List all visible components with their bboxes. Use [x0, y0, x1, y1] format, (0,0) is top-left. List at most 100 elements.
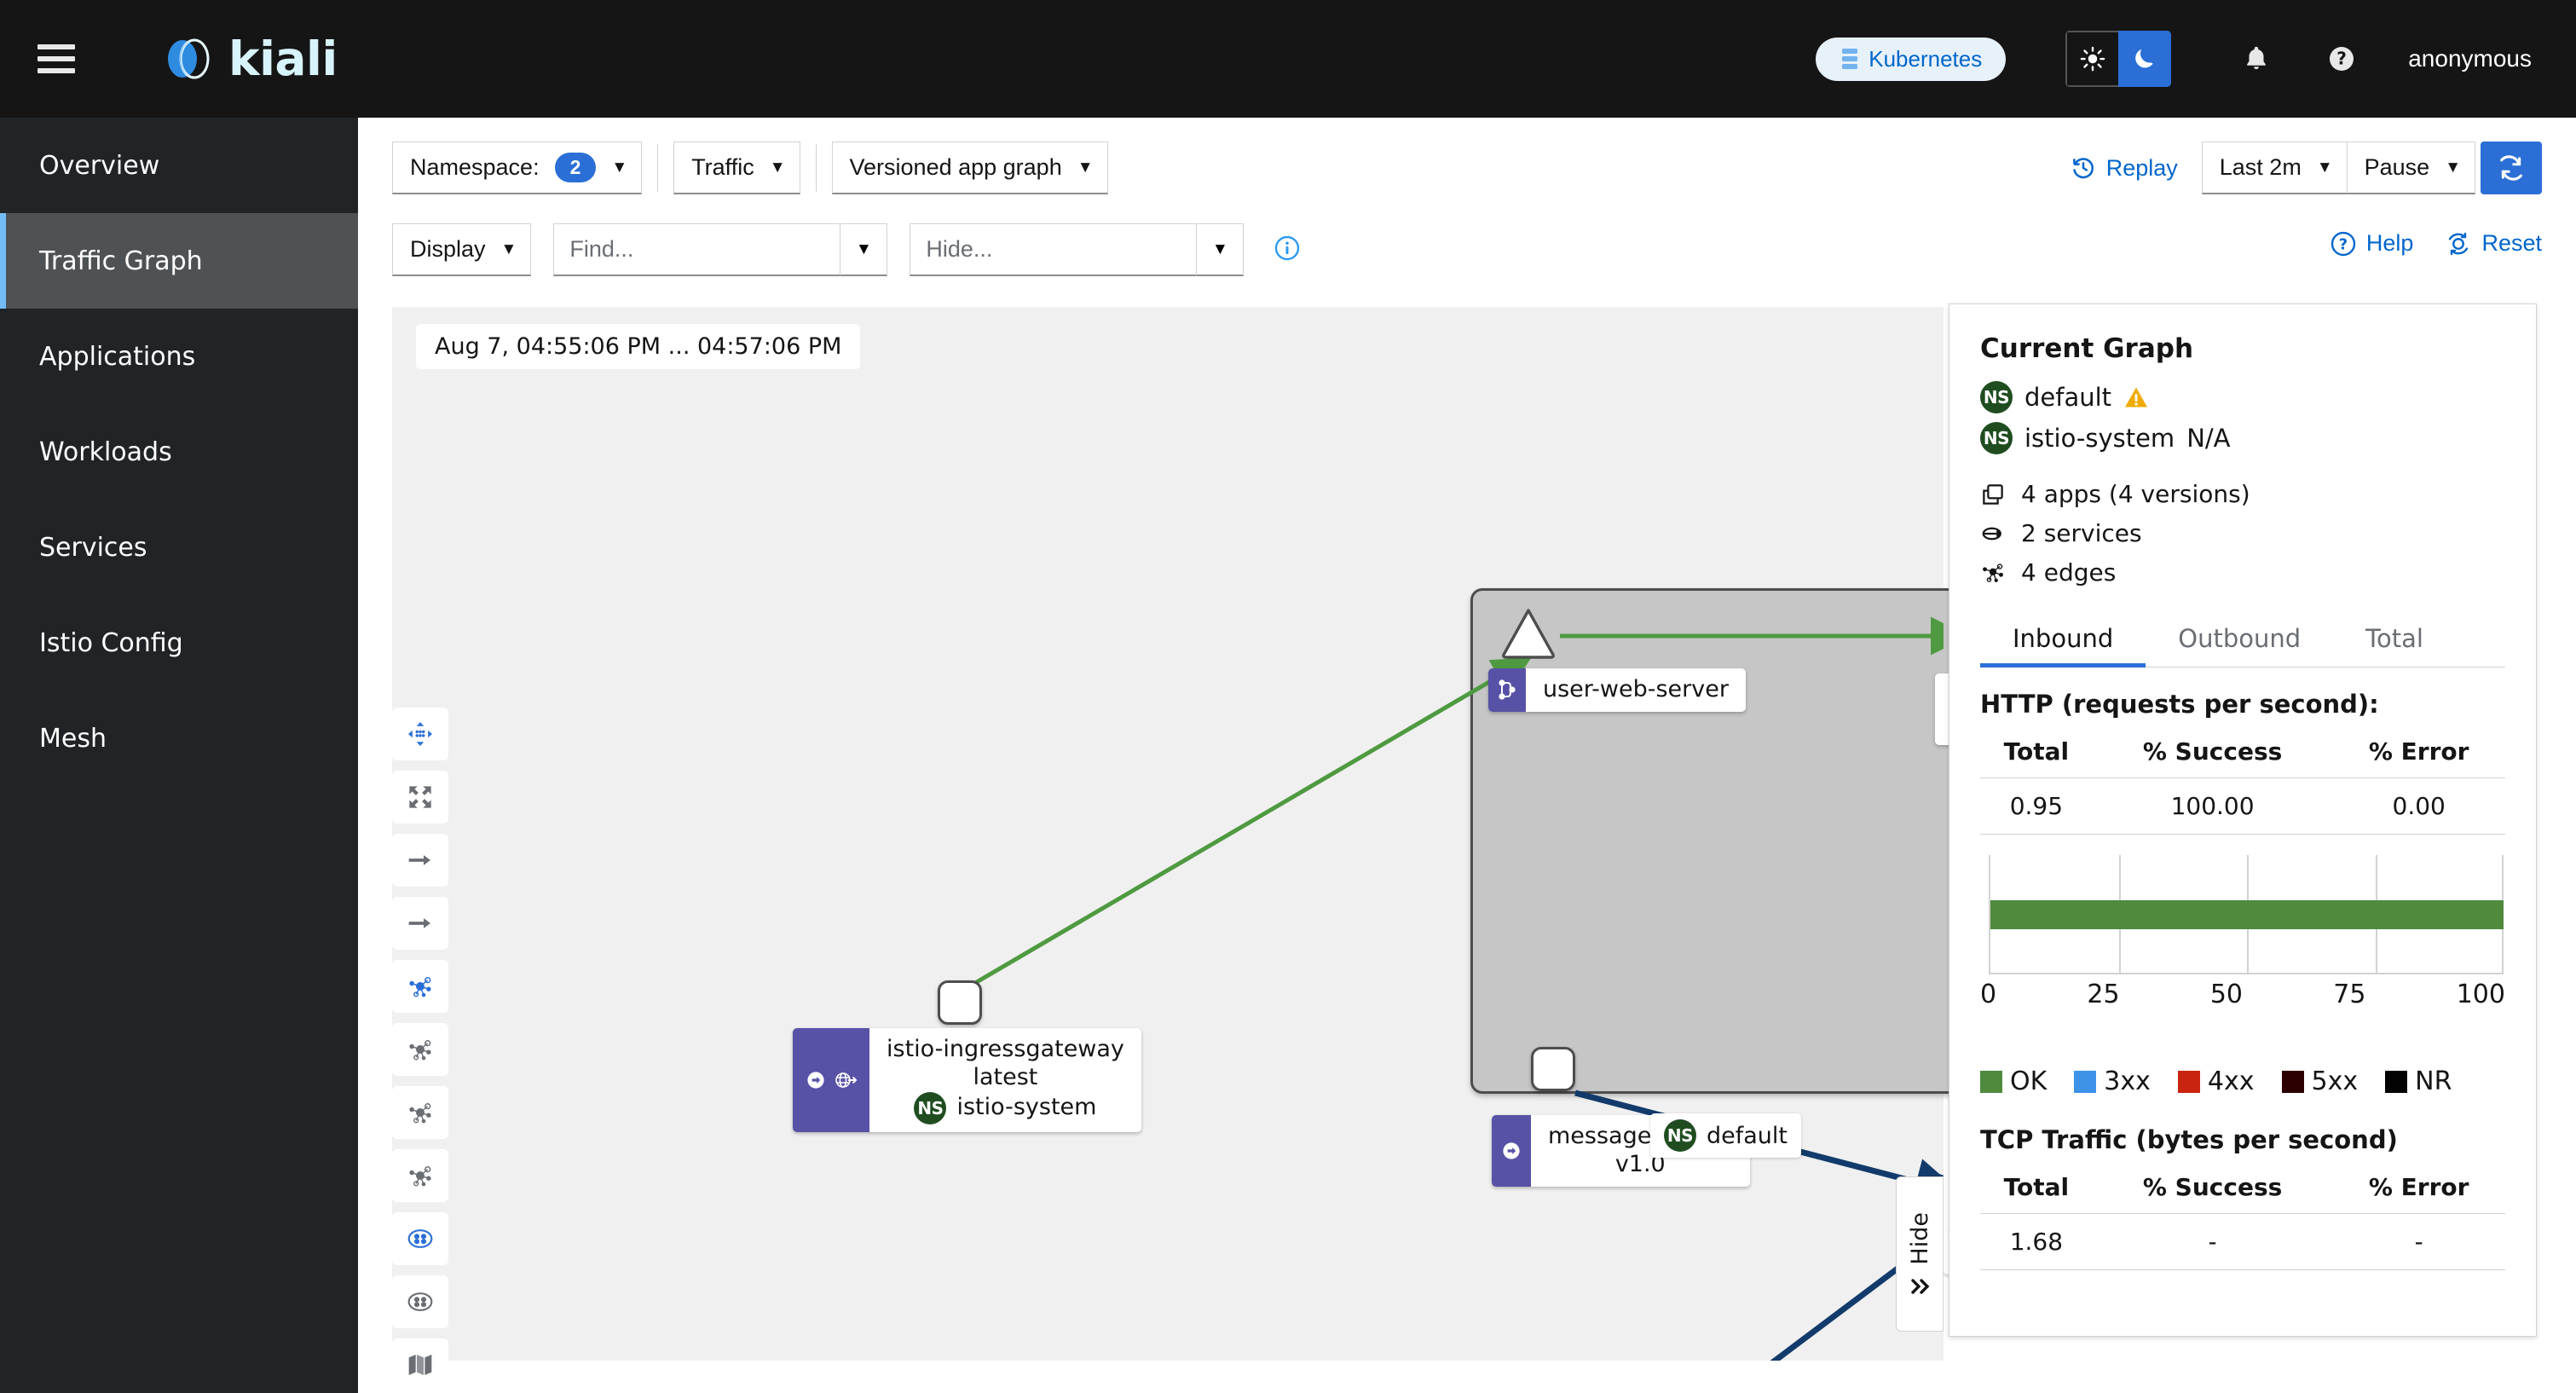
drag-pan-tool-icon[interactable] [392, 708, 448, 760]
apps-icon [1983, 483, 2003, 505]
sidebar-nav: Overview Traffic Graph Applications Work… [0, 118, 358, 1393]
sync-refresh-icon [2500, 155, 2522, 181]
hide-dropdown-toggle[interactable]: ▼ [1196, 223, 1245, 276]
hide-side-panel-button[interactable]: Hide [1896, 1176, 1944, 1332]
node-label-user-web-server[interactable]: user-web-server [1488, 668, 1746, 712]
namespace-selector[interactable]: Namespace: 2 ▼ [392, 142, 643, 194]
reset-graph-icon [2449, 232, 2469, 255]
http-status-bar-chart: 0 25 50 75 100 [1980, 850, 2505, 1020]
hide-input[interactable] [910, 223, 1197, 276]
node-shape-istio-ingressgateway[interactable] [938, 980, 982, 1025]
tcp-metrics-table: Total % Success % Error 1.68 - - [1980, 1161, 2505, 1270]
graph-layout-cola-icon[interactable] [392, 1023, 448, 1076]
hamburger-bar [38, 56, 75, 61]
sun-icon[interactable] [2065, 31, 2119, 87]
graph-layout-concentric-icon[interactable] [392, 1149, 448, 1202]
find-input[interactable] [553, 223, 840, 276]
namespace-badge: NS [1980, 381, 2013, 413]
arrow-right-icon[interactable] [392, 834, 448, 887]
minimap-legend-icon[interactable] [392, 1338, 448, 1391]
tab-label: Outbound [2178, 624, 2302, 653]
traffic-selector[interactable]: Traffic ▼ [673, 142, 800, 194]
sidebar-item-mesh[interactable]: Mesh [0, 691, 358, 786]
toolbar-primary-right: Replay Last 2m ▼ Pause ▼ [2071, 142, 2542, 194]
panel-namespace-row-istio-system[interactable]: NS istio-system N/A [1980, 422, 2505, 454]
graph-layout-grid-icon[interactable] [392, 1086, 448, 1139]
panel-stats: 4 apps (4 versions) 2 services 4 edges [1980, 480, 2505, 587]
cluster-namespace-label[interactable]: NS default [1650, 1113, 1802, 1158]
workload-entry-icon [1492, 1115, 1531, 1187]
node-line: user-web-server [1543, 676, 1729, 702]
ns-box-glyph [407, 1229, 433, 1248]
question-circle-icon: ? [2331, 231, 2356, 256]
namespace-count-badge: 2 [554, 153, 597, 182]
tab-total[interactable]: Total [2333, 619, 2456, 667]
graph-summary-panel: Current Graph NS default NS istio-system… [1949, 303, 2537, 1337]
sidebar-item-workloads[interactable]: Workloads [0, 404, 358, 500]
ns-box-off-glyph [407, 1292, 433, 1311]
node-shape-message-server[interactable] [1531, 1047, 1575, 1091]
panel-tabs: Inbound Outbound Total [1980, 619, 2505, 668]
map-glyph [408, 1355, 432, 1375]
tab-outbound[interactable]: Outbound [2146, 619, 2333, 667]
legend-label: 3xx [2104, 1066, 2151, 1096]
kubernetes-cluster-icon [1842, 49, 1858, 69]
tcp-section-title: TCP Traffic (bytes per second) [1980, 1125, 2398, 1154]
panel-namespace-row-default[interactable]: NS default [1980, 381, 2505, 413]
legend-item-4xx: 4xx [2177, 1066, 2255, 1096]
refresh-interval-selector[interactable]: Pause ▼ [2347, 142, 2475, 194]
cluster-chip-label: Kubernetes [1868, 45, 1983, 72]
moon-icon[interactable] [2118, 31, 2172, 87]
node-line: latest [973, 1063, 1038, 1090]
refresh-button[interactable] [2481, 142, 2542, 194]
stat-text: 2 services [2021, 519, 2142, 547]
legend-item-nr: NR [2385, 1066, 2452, 1096]
display-menu-button[interactable]: Display ▼ [392, 223, 532, 276]
arrow-right-icon[interactable] [392, 897, 448, 950]
col-success: % Success [2092, 1161, 2333, 1214]
sidebar-item-overview[interactable]: Overview [0, 118, 358, 213]
help-button[interactable]: ? Help [2331, 230, 2414, 257]
sidebar-item-traffic-graph[interactable]: Traffic Graph [0, 213, 358, 309]
workload-entry-glyph [1503, 1142, 1520, 1159]
duration-selector[interactable]: Last 2m ▼ [2201, 142, 2348, 194]
info-circle-icon[interactable] [1274, 235, 1300, 265]
arrow-right-glyph [408, 918, 430, 928]
tab-inbound[interactable]: Inbound [1980, 619, 2146, 668]
question-circle-icon[interactable]: ? [2318, 35, 2365, 83]
bell-icon[interactable] [2232, 35, 2280, 83]
traffic-graph-canvas[interactable]: Aug 7, 04:55:06 PM ... 04:57:06 PM user-… [392, 307, 2083, 1391]
masthead-right: Kubernetes ? anonymous [1816, 0, 2576, 118]
chevron-down-icon: ▼ [500, 240, 517, 258]
graph-layout-dagre-icon[interactable] [392, 960, 448, 1013]
find-dropdown-toggle[interactable]: ▼ [840, 223, 888, 276]
history-replay-icon [2072, 158, 2094, 179]
graph-type-selector[interactable]: Versioned app graph ▼ [831, 142, 1108, 194]
namespace-box-off-icon[interactable] [392, 1275, 448, 1328]
sidebar-item-applications[interactable]: Applications [0, 309, 358, 404]
refresh-interval-label: Pause [2364, 154, 2430, 180]
fit-to-screen-icon[interactable] [392, 771, 448, 824]
namespace-box-icon[interactable] [392, 1212, 448, 1265]
brand-logo-kiali[interactable]: kiali [162, 32, 338, 86]
table-header-row: Total % Success % Error [1980, 1161, 2505, 1214]
drag-pan-glyph [408, 722, 432, 746]
help-label: Help [2365, 230, 2414, 256]
cell-total: 0.95 [1980, 777, 2093, 835]
theme-toggle[interactable] [2065, 31, 2172, 87]
sidebar-item-services[interactable]: Services [0, 500, 358, 595]
workload-entry-icon [807, 1072, 824, 1089]
reset-button[interactable]: Reset [2446, 230, 2542, 257]
cluster-namespace-text: default [1707, 1122, 1788, 1149]
cluster-chip[interactable]: Kubernetes [1816, 37, 2007, 81]
replay-button[interactable]: Replay [2071, 155, 2178, 182]
namespace-name: default [2024, 383, 2112, 412]
namespace-cluster-box-default[interactable] [1470, 588, 1965, 1094]
hamburger-menu-icon[interactable] [38, 44, 75, 73]
node-shape-user-web-server[interactable] [1500, 607, 1557, 660]
node-label-istio-ingressgateway[interactable]: istio-ingressgateway latest NS istio-sys… [793, 1028, 1141, 1132]
username-label[interactable]: anonymous [2408, 45, 2532, 72]
sidebar-item-istio-config[interactable]: Istio Config [0, 595, 358, 691]
node-namespace-label: istio-system [956, 1094, 1097, 1121]
table-row: 0.95 100.00 0.00 [1980, 777, 2505, 835]
